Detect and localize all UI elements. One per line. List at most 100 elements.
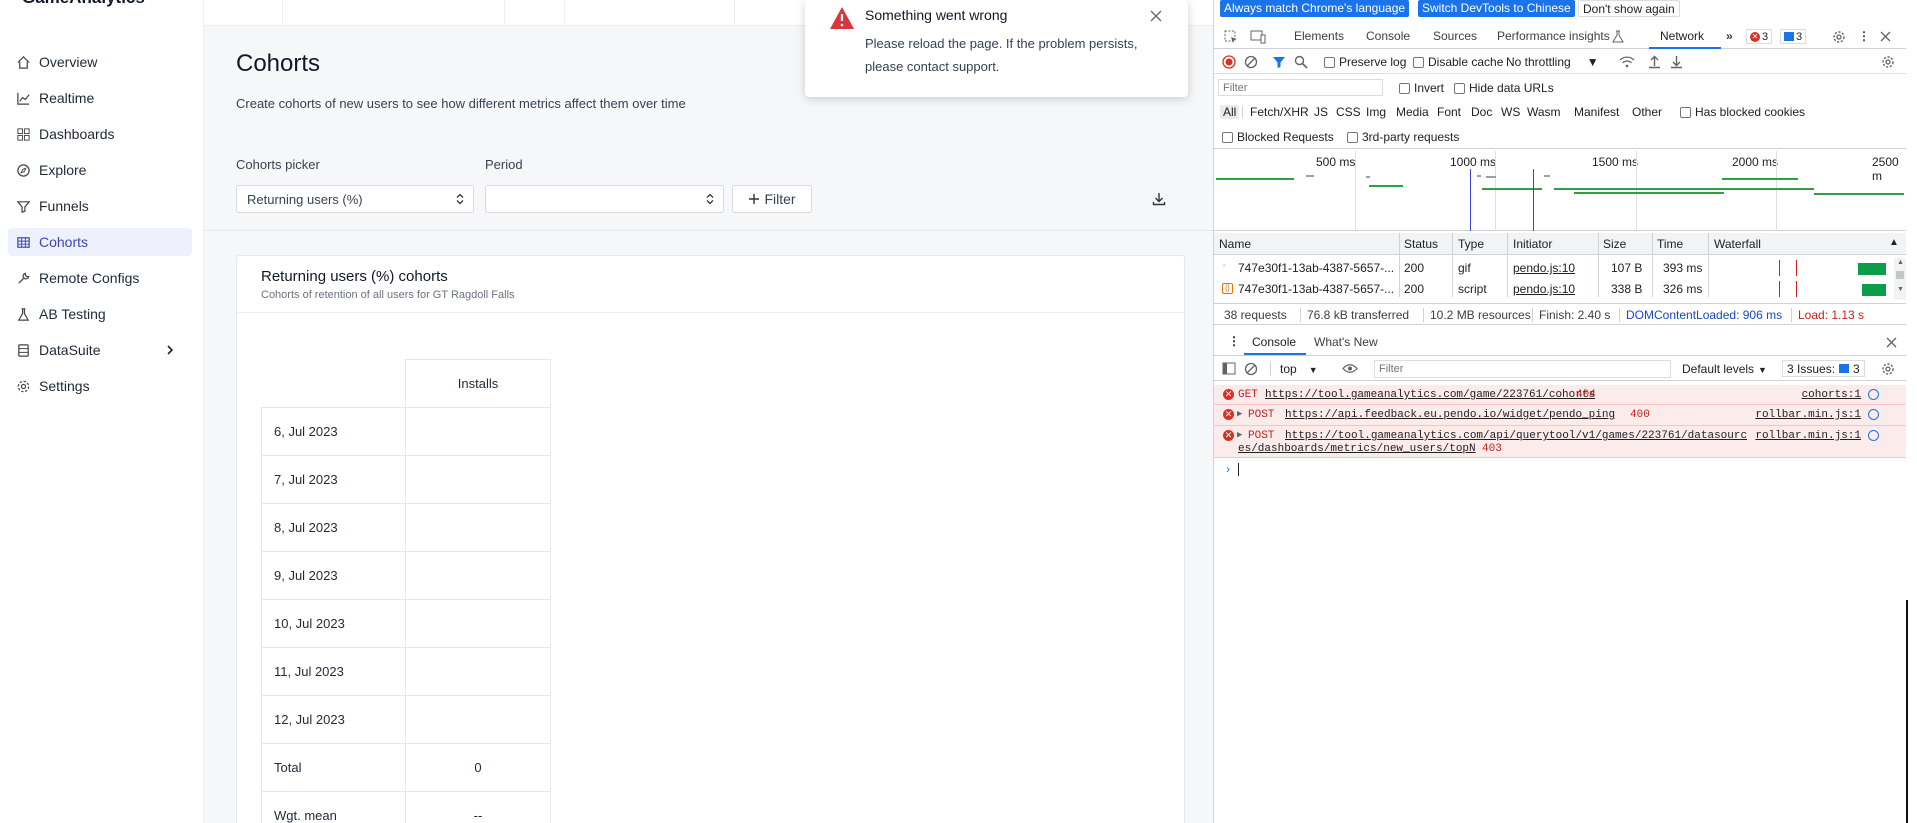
scrollbar-thumb[interactable] [1896,271,1904,279]
sidebar-item-remote-configs[interactable]: Remote Configs [8,264,192,292]
network-request-icon[interactable] [1868,389,1879,400]
has-blocked-cookies-checkbox[interactable]: Has blocked cookies [1680,105,1805,119]
request-row[interactable]: ▫ 747e30f1-13ab-4387-5657-... 200 gif pe… [1214,258,1906,278]
download-icon[interactable] [1152,192,1166,206]
column-header-type[interactable]: Type [1458,237,1484,251]
type-filter-js[interactable]: JS [1314,105,1328,119]
dont-show-again-button[interactable]: Don't show again [1578,0,1680,17]
type-filter-ws[interactable]: WS [1501,105,1520,119]
filter-button[interactable]: Filter [732,185,812,213]
record-icon[interactable] [1222,55,1236,69]
close-drawer-icon[interactable] [1886,337,1897,348]
eye-icon[interactable] [1342,363,1358,374]
inspect-element-icon[interactable] [1224,30,1238,44]
type-filter-media[interactable]: Media [1396,105,1429,119]
gear-icon[interactable] [1832,30,1846,44]
type-filter-wasm[interactable]: Wasm [1527,105,1561,119]
sidebar-item-overview[interactable]: Overview [8,48,192,76]
info-count-badge[interactable]: 3 [1780,29,1807,44]
console-filter-input[interactable] [1374,360,1671,378]
brand-logo[interactable]: GameAnalytics [22,0,145,8]
search-icon[interactable] [1294,55,1308,69]
period-select[interactable] [485,185,724,213]
expand-triangle-icon[interactable]: ▶ [1237,430,1242,440]
clear-icon[interactable] [1244,55,1258,69]
request-row[interactable]: {} 747e30f1-13ab-4387-5657-... 200 scrip… [1214,279,1906,299]
column-header-name[interactable]: Name [1219,237,1251,251]
error-url-link[interactable]: https://api.feedback.eu.pendo.io/widget/… [1285,409,1615,421]
filter-icon[interactable] [1272,55,1286,69]
drawer-tab-console[interactable]: Console [1252,335,1296,349]
type-filter-all[interactable]: All [1220,105,1240,119]
disable-cache-checkbox[interactable]: Disable cache [1413,55,1503,69]
column-header-waterfall[interactable]: Waterfall [1714,237,1761,251]
cohorts-picker-select[interactable]: Returning users (%) [236,185,474,213]
wifi-icon[interactable] [1619,56,1635,68]
network-settings-gear-icon[interactable] [1881,55,1895,69]
blocked-requests-checkbox[interactable]: Blocked Requests [1222,130,1334,144]
import-har-icon[interactable] [1648,55,1661,69]
error-source-link[interactable]: rollbar.min.js:1 [1755,430,1861,442]
type-filter-img[interactable]: Img [1366,105,1386,119]
scroll-up-arrow-icon[interactable]: ▲ [1897,259,1904,266]
third-party-requests-checkbox[interactable]: 3rd-party requests [1347,130,1459,144]
console-input-caret[interactable] [1238,463,1239,476]
sidebar-item-settings[interactable]: Settings [8,372,192,400]
request-list-scrollbar[interactable]: ▲ ▼ [1894,258,1906,300]
clear-console-icon[interactable] [1244,362,1258,376]
preserve-log-checkbox[interactable]: Preserve log [1324,55,1406,69]
type-filter-doc[interactable]: Doc [1471,105,1492,119]
type-filter-font[interactable]: Font [1437,105,1461,119]
error-url-link[interactable]: https://tool.gameanalytics.com/api/query… [1285,430,1747,442]
more-tabs-icon[interactable]: » [1726,29,1733,43]
scroll-down-arrow-icon[interactable]: ▼ [1897,286,1904,293]
sidebar-item-datasuite[interactable]: DataSuite [8,336,192,364]
kebab-menu-icon[interactable]: ⋮ [1858,29,1870,43]
request-initiator-link[interactable]: pendo.js:10 [1513,282,1575,296]
sidebar-item-ab-testing[interactable]: AB Testing [8,300,192,328]
type-filter-other[interactable]: Other [1632,105,1662,119]
tab-elements[interactable]: Elements [1294,29,1344,43]
sidebar-item-realtime[interactable]: Realtime [8,84,192,112]
error-source-link[interactable]: cohorts:1 [1802,389,1861,401]
network-filter-input[interactable] [1218,79,1383,96]
log-levels-select[interactable]: Default levels ▼ [1682,362,1767,376]
error-count-badge[interactable]: ✕ 3 [1746,29,1773,44]
switch-chinese-button[interactable]: Switch DevTools to Chinese [1418,0,1575,17]
type-filter-manifest[interactable]: Manifest [1574,105,1619,119]
network-timeline-overview[interactable]: 500 ms 1000 ms 1500 ms 2000 ms 2500 m [1214,151,1906,231]
match-language-button[interactable]: Always match Chrome's language [1220,0,1410,17]
column-header-initiator[interactable]: Initiator [1513,237,1552,251]
sidebar-item-funnels[interactable]: Funnels [8,192,192,220]
sort-ascending-icon[interactable]: ▲ [1889,237,1899,248]
drawer-menu-icon[interactable]: ⋮ [1228,334,1240,348]
expand-triangle-icon[interactable]: ▶ [1237,409,1242,419]
tab-performance-insights[interactable]: Performance insights [1497,29,1610,43]
export-har-icon[interactable] [1670,55,1683,69]
column-header-time[interactable]: Time [1657,237,1683,251]
close-icon[interactable] [1150,10,1162,22]
error-url-link-continued[interactable]: es/dashboards/metrics/new_users/topN [1238,443,1476,455]
tab-console[interactable]: Console [1366,29,1410,43]
console-settings-gear-icon[interactable] [1881,362,1895,376]
hide-data-urls-checkbox[interactable]: Hide data URLs [1454,81,1554,95]
column-header-status[interactable]: Status [1404,237,1438,251]
issues-button[interactable]: 3 Issues: 3 [1782,360,1865,377]
invert-checkbox[interactable]: Invert [1399,81,1444,95]
device-toolbar-icon[interactable] [1250,30,1266,44]
sidebar-item-explore[interactable]: Explore [8,156,192,184]
close-icon[interactable] [1880,31,1891,42]
drawer-tab-whats-new[interactable]: What's New [1314,335,1378,349]
column-header-size[interactable]: Size [1603,237,1626,251]
request-initiator-link[interactable]: pendo.js:10 [1513,261,1575,275]
throttling-select[interactable]: No throttling ▼ [1506,55,1599,69]
tab-network[interactable]: Network [1660,29,1704,43]
sidebar-item-cohorts[interactable]: Cohorts [8,228,192,256]
context-select[interactable]: top ▼ [1280,362,1318,376]
type-filter-css[interactable]: CSS [1336,105,1361,119]
tab-sources[interactable]: Sources [1433,29,1477,43]
error-source-link[interactable]: rollbar.min.js:1 [1755,409,1861,421]
error-url-link[interactable]: https://tool.gameanalytics.com/game/2237… [1265,389,1595,401]
sidebar-item-dashboards[interactable]: Dashboards [8,120,192,148]
type-filter-fetch-xhr[interactable]: Fetch/XHR [1250,105,1309,119]
